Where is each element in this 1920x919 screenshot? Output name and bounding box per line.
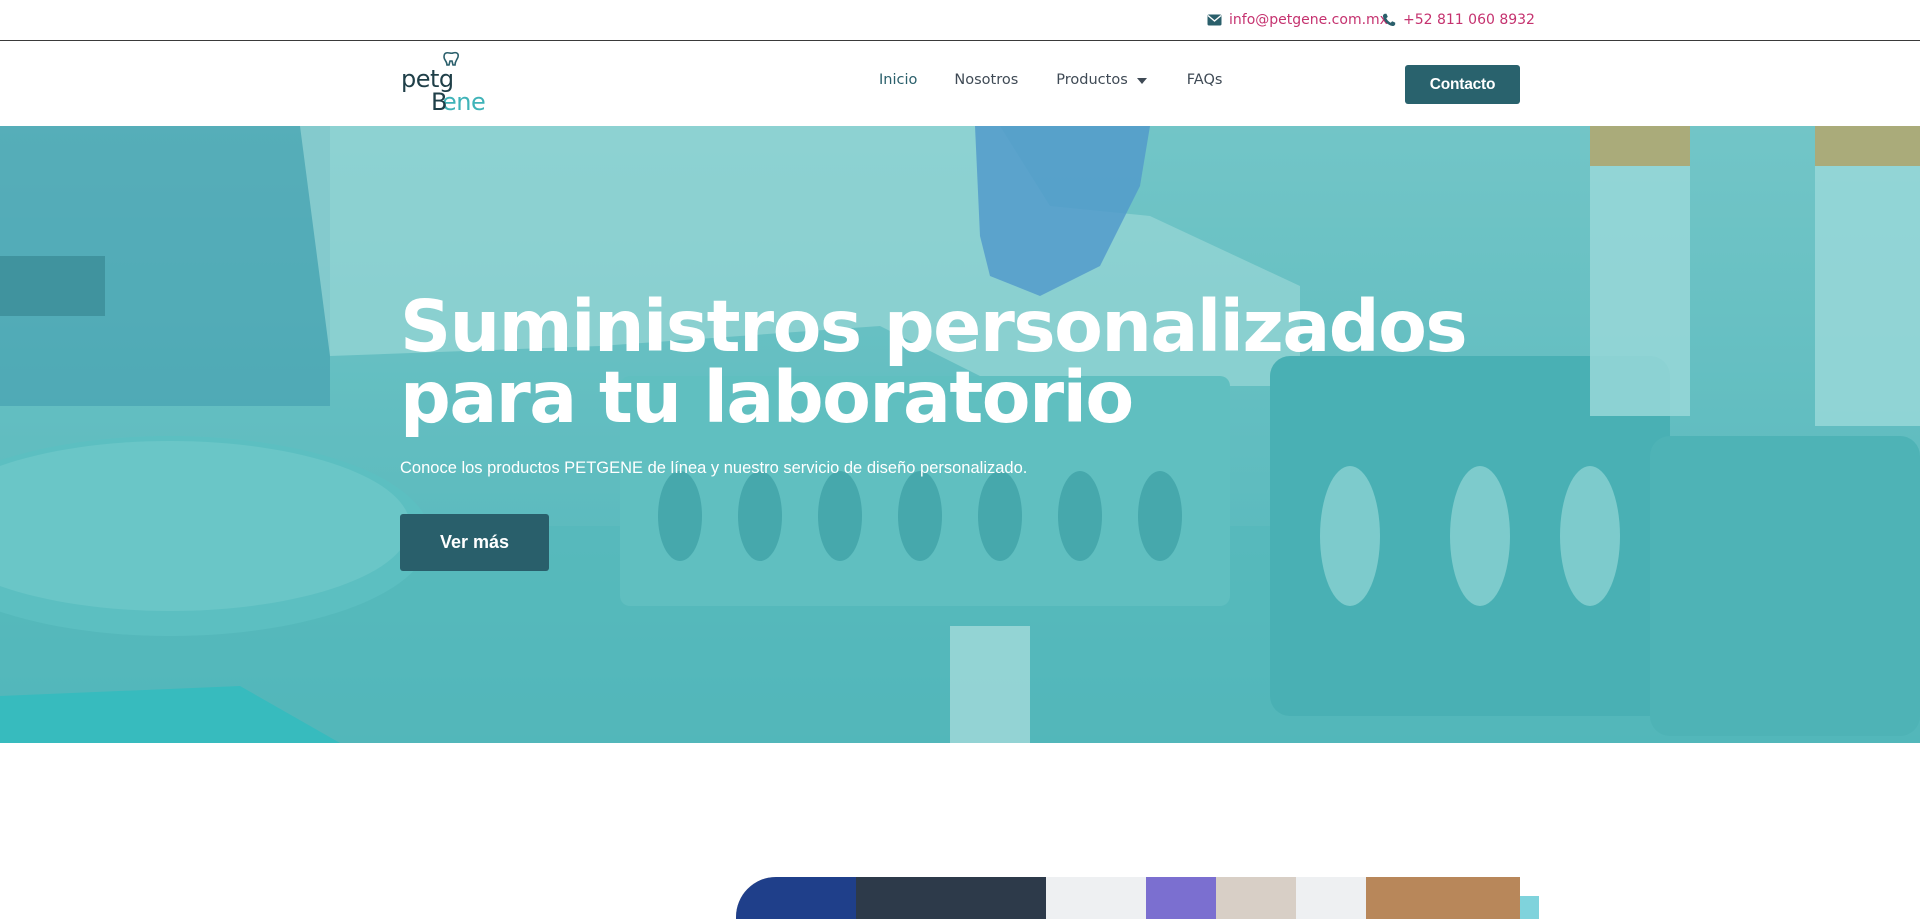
nav-item-productos-label: Productos — [1056, 72, 1128, 88]
lab-worker-image — [736, 877, 1520, 919]
decorative-accent — [1520, 896, 1539, 919]
logo-letter: B — [431, 88, 447, 116]
hero-subtitle: Conoce los productos PETGENE de línea y … — [400, 459, 1028, 477]
envelope-icon — [1207, 14, 1222, 26]
email-link[interactable]: info@petgene.com.mx — [1207, 12, 1388, 28]
petgene-logo[interactable]: petg ene B — [400, 51, 490, 116]
chevron-down-icon — [1136, 77, 1147, 84]
nav-item-nosotros[interactable]: Nosotros — [954, 72, 1018, 88]
phone-link[interactable]: +52 811 060 8932 — [1382, 12, 1535, 28]
nav-item-inicio[interactable]: Inicio — [879, 72, 917, 88]
hero-section: Suministros personalizados para tu labor… — [0, 126, 1920, 743]
logo-text-bottom: ene — [442, 88, 485, 116]
nav-item-faqs[interactable]: FAQs — [1187, 72, 1223, 88]
hero-title: Suministros personalizados para tu labor… — [400, 285, 1468, 439]
see-more-button[interactable]: Ver más — [400, 514, 549, 571]
email-text: info@petgene.com.mx — [1229, 12, 1388, 28]
main-nav: Inicio Nosotros Productos FAQs — [879, 72, 1222, 88]
main-navbar: petg ene B Inicio Nosotros Productos FAQ… — [0, 41, 1920, 126]
phone-icon — [1382, 13, 1396, 27]
nav-item-productos[interactable]: Productos — [1056, 72, 1147, 88]
contact-button[interactable]: Contacto — [1405, 65, 1520, 104]
phone-text: +52 811 060 8932 — [1403, 12, 1535, 28]
top-contact-bar: info@petgene.com.mx +52 811 060 8932 — [0, 0, 1920, 41]
